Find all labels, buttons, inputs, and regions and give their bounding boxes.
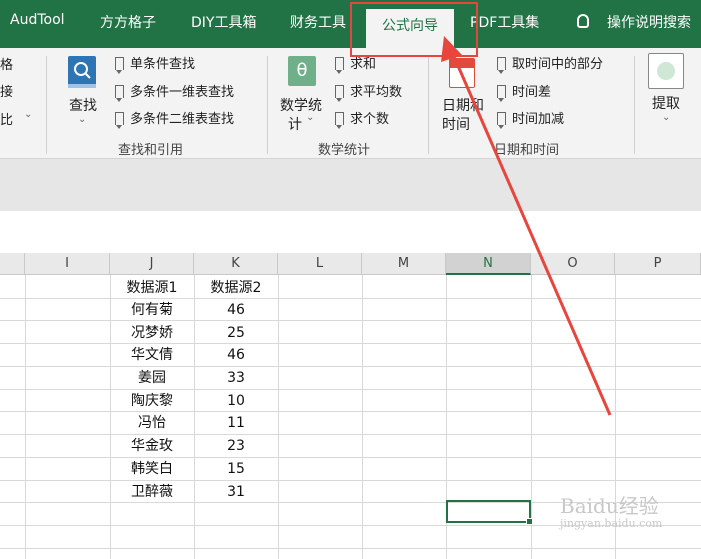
baidu-watermark: Baidu经验 jingyan.baidu.com [560,494,663,530]
annotation-arrow [441,36,612,416]
